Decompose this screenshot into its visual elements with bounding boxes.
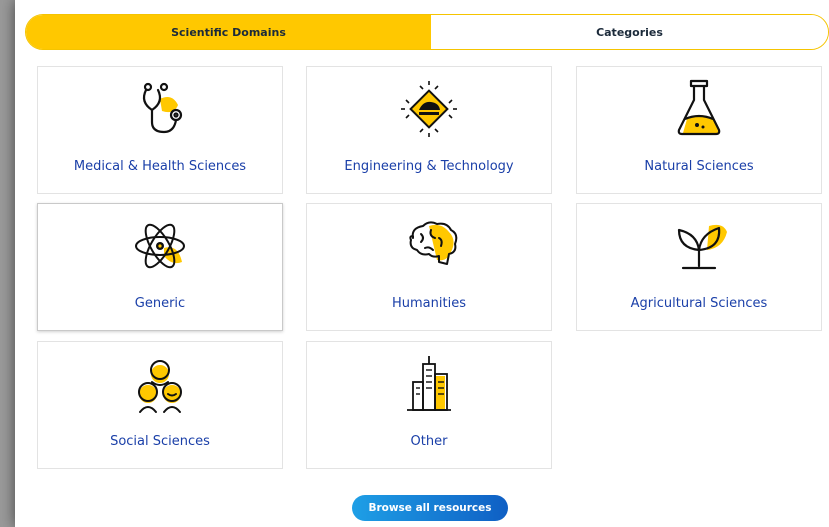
domain-label: Other xyxy=(410,434,448,449)
browse-all-resources-button[interactable]: Browse all resources xyxy=(352,495,508,521)
chip-icon xyxy=(399,79,459,139)
domain-label: Social Sciences xyxy=(110,434,210,449)
buildings-icon xyxy=(399,354,459,414)
domain-card-natural[interactable]: Natural Sciences xyxy=(576,66,822,194)
atom-icon xyxy=(130,216,190,276)
domain-card-humanities[interactable]: Humanities xyxy=(306,203,552,331)
domain-label: Humanities xyxy=(392,296,466,311)
flask-icon xyxy=(669,79,729,139)
domain-card-generic[interactable]: Generic xyxy=(37,203,283,331)
domain-card-social[interactable]: Social Sciences xyxy=(37,341,283,469)
domain-label: Medical & Health Sciences xyxy=(73,159,247,174)
tab-categories[interactable]: Categories xyxy=(431,15,828,49)
domain-card-medical[interactable]: Medical & Health Sciences xyxy=(37,66,283,194)
sprout-icon xyxy=(669,216,729,276)
domain-label: Agricultural Sciences xyxy=(630,296,768,311)
domain-card-agricultural[interactable]: Agricultural Sciences xyxy=(576,203,822,331)
tab-scientific-domains[interactable]: Scientific Domains xyxy=(26,15,431,49)
people-icon xyxy=(130,354,190,414)
domain-browser-panel: Scientific Domains Categories Medical & … xyxy=(15,0,829,527)
brain-icon xyxy=(399,216,459,276)
domain-label: Generic xyxy=(134,296,186,311)
domain-label: Natural Sciences xyxy=(644,159,754,174)
stethoscope-icon xyxy=(130,79,190,139)
domain-label: Engineering & Technology xyxy=(344,159,514,174)
tab-bar: Scientific Domains Categories xyxy=(25,14,829,50)
domain-card-engineering[interactable]: Engineering & Technology xyxy=(306,66,552,194)
domain-card-other[interactable]: Other xyxy=(306,341,552,469)
